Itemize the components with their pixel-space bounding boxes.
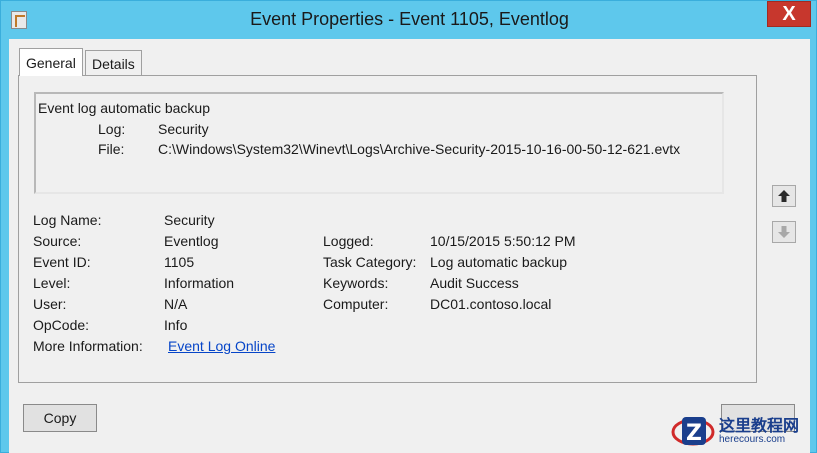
source-value: Eventlog [164, 233, 219, 249]
keywords-label: Keywords: [323, 275, 389, 291]
log-name-label: Log Name: [33, 212, 102, 228]
copy-button[interactable]: Copy [23, 404, 97, 432]
watermark-text: 这里教程网 herecours.com [719, 417, 799, 446]
logged-label: Logged: [323, 233, 374, 249]
level-label: Level: [33, 275, 71, 291]
level-value: Information [164, 275, 235, 291]
arrow-down-icon [778, 226, 790, 238]
description-key: File: [98, 141, 125, 157]
computer-value: DC01.contoso.local [430, 296, 552, 312]
event-log-online-link[interactable]: Event Log Online [168, 338, 275, 354]
description-heading: Event log automatic backup [38, 100, 210, 116]
event-description-box[interactable]: Event log automatic backup Log: Security… [34, 92, 724, 194]
description-key: Log: [98, 120, 126, 137]
title-bar[interactable]: Event Properties - Event 1105, Eventlog … [1, 1, 817, 39]
logged-value: 10/15/2015 5:50:12 PM [430, 233, 576, 249]
svg-text:Z: Z [686, 421, 702, 446]
event-id-value: 1105 [164, 254, 195, 270]
watermark-chinese: 这里教程网 [719, 415, 800, 435]
close-icon: X [782, 2, 796, 25]
description-value: Security [158, 120, 209, 137]
general-tab-panel: Event log automatic backup Log: Security… [18, 75, 757, 383]
previous-event-button[interactable] [772, 185, 796, 207]
keywords-value: Audit Success [430, 275, 519, 291]
description-value: C:\Windows\System32\Winevt\Logs\Archive-… [158, 141, 681, 157]
task-category-label: Task Category: [323, 254, 417, 270]
watermark-url: herecours.com [719, 434, 786, 446]
window-title: Event Properties - Event 1105, Eventlog [250, 9, 569, 29]
log-name-value: Security [164, 212, 215, 228]
task-category-value: Log automatic backup [430, 254, 567, 270]
tab-details[interactable]: Details [85, 50, 142, 76]
event-id-label: Event ID: [33, 254, 91, 270]
watermark: Z 这里教程网 herecours.com [671, 409, 817, 453]
user-label: User: [33, 296, 67, 312]
description-row-file: File: C:\Windows\System32\Winevt\Logs\Ar… [38, 139, 720, 160]
arrow-up-icon [778, 190, 790, 202]
source-label: Source: [33, 233, 82, 249]
close-window-button[interactable]: X [767, 1, 811, 27]
opcode-value: Info [164, 317, 188, 333]
description-row-log: Log: Security [38, 119, 720, 140]
next-event-button[interactable] [772, 221, 796, 243]
tab-general[interactable]: General [19, 48, 83, 76]
opcode-label: OpCode: [33, 317, 90, 333]
computer-label: Computer: [323, 296, 389, 312]
event-properties-window: Event Properties - Event 1105, Eventlog … [0, 0, 817, 453]
user-value: N/A [164, 296, 188, 312]
watermark-logo-icon: Z [671, 409, 715, 453]
dialog-client-area: General Details Event log automatic back… [9, 39, 810, 453]
more-information-label: More Information: [33, 338, 143, 354]
